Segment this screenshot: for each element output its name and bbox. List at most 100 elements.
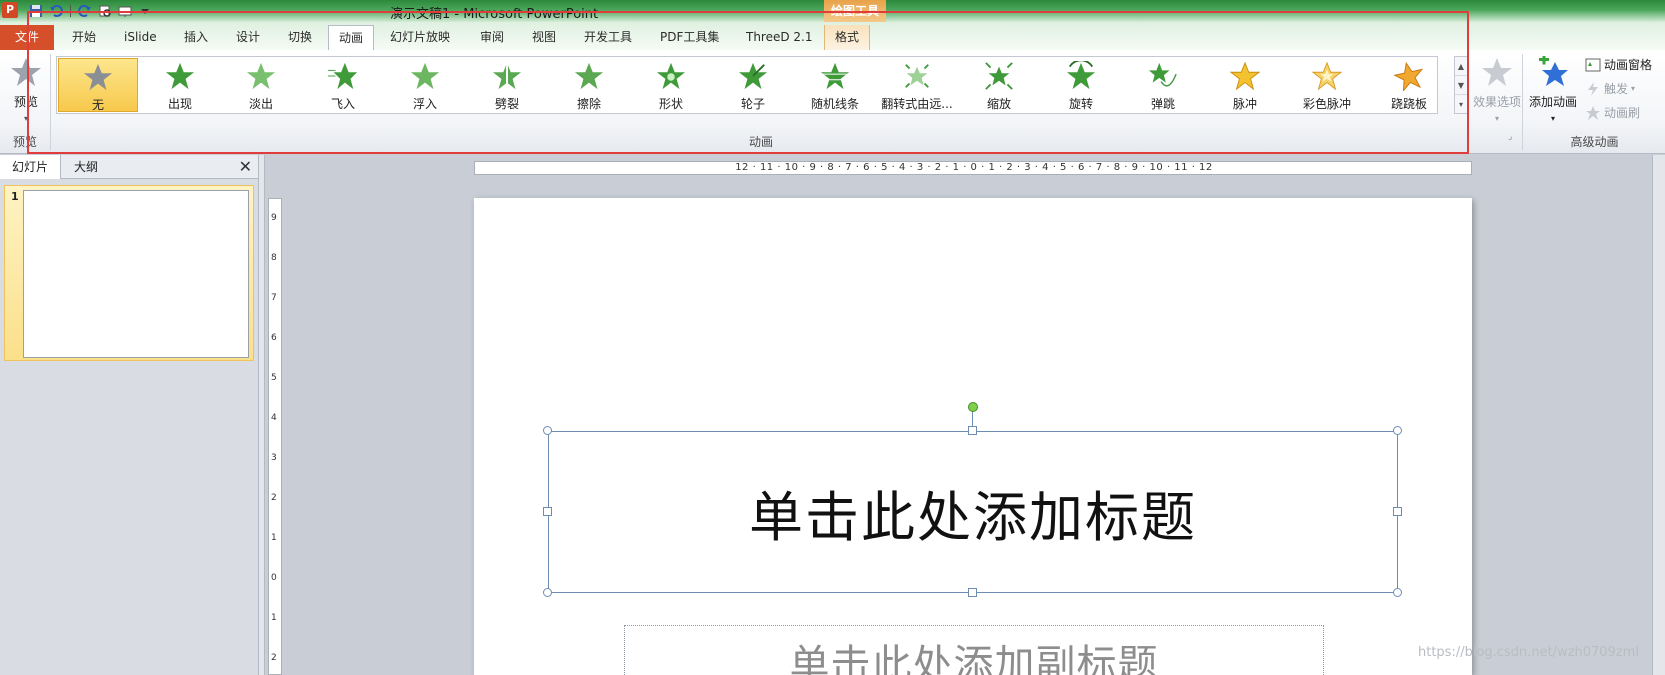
tab-home[interactable]: 开始	[62, 25, 106, 50]
dialog-launcher-icon[interactable]: ⌟	[1508, 132, 1512, 142]
gallery-item-fade[interactable]: 淡出	[221, 58, 301, 112]
print-preview-icon[interactable]	[97, 3, 113, 19]
gallery-item-zoom[interactable]: 缩放	[959, 58, 1039, 112]
gallery-item-appear[interactable]: 出现	[140, 58, 220, 112]
pane-splitter[interactable]	[259, 155, 265, 675]
tab-slides-pane[interactable]: 幻灯片	[0, 155, 62, 179]
subtitle-placeholder[interactable]: 单击此处添加副标题	[624, 625, 1324, 675]
effect-options-button[interactable]: 效果选项 ▾	[1472, 56, 1522, 124]
trigger-button[interactable]: 触发 ▾	[1585, 80, 1635, 97]
gallery-item-fly-in[interactable]: 飞入	[303, 58, 383, 112]
close-pane-icon[interactable]: ✕	[239, 157, 252, 176]
undo-icon[interactable]	[48, 3, 64, 19]
gallery-scroll-up-icon[interactable]: ▲	[1455, 57, 1467, 76]
resize-handle-top-right[interactable]	[1393, 426, 1402, 435]
animation-pane-button[interactable]: 动画窗格	[1585, 56, 1652, 73]
gallery-item-label: 脉冲	[1232, 97, 1257, 111]
group-divider	[50, 54, 51, 150]
gallery-item-label: 劈裂	[494, 97, 519, 111]
tab-islide[interactable]: iSlide	[114, 25, 167, 50]
redo-icon[interactable]	[77, 3, 93, 19]
powerpoint-app-icon[interactable]: P	[2, 2, 18, 18]
preview-button[interactable]: 预览 ▾	[6, 56, 46, 124]
star-fade-icon	[246, 62, 276, 90]
resize-handle-right[interactable]	[1393, 507, 1402, 516]
gallery-more-icon[interactable]: ▾	[1455, 95, 1467, 114]
group-label-advanced: 高级动画	[1570, 135, 1619, 149]
tab-pdf-tools[interactable]: PDF工具集	[650, 25, 729, 50]
tab-review[interactable]: 审阅	[470, 25, 514, 50]
vertical-ruler-label: 5	[271, 373, 277, 383]
add-animation-star-icon	[1539, 54, 1568, 86]
preview-label: 预览	[13, 95, 38, 109]
gallery-item-label: 弹跳	[1150, 97, 1175, 111]
gallery-item-none[interactable]: 无	[58, 58, 138, 112]
resize-handle-top[interactable]	[968, 426, 977, 435]
vertical-scrollbar[interactable]	[1652, 155, 1665, 675]
vertical-ruler-label: 9	[271, 213, 277, 223]
tab-design[interactable]: 设计	[226, 25, 270, 50]
add-animation-dropdown-icon: ▾	[1550, 114, 1555, 123]
tab-animations[interactable]: 动画	[328, 25, 375, 51]
gallery-scroll-down-icon[interactable]: ▼	[1455, 76, 1467, 95]
tab-developer[interactable]: 开发工具	[574, 25, 642, 50]
gallery-item-pulse[interactable]: 脉冲	[1205, 58, 1285, 112]
gallery-item-wheel[interactable]: 轮子	[713, 58, 793, 112]
gallery-item-color-pulse[interactable]: 彩色脉冲	[1287, 58, 1367, 112]
rotation-handle[interactable]	[968, 402, 978, 412]
tab-file[interactable]: 文件	[0, 25, 54, 50]
star-shape-icon	[656, 62, 686, 90]
gallery-item-label: 彩色脉冲	[1302, 97, 1351, 111]
vertical-ruler-label: 2	[271, 493, 277, 503]
gallery-item-bounce[interactable]: 弹跳	[1123, 58, 1203, 112]
gallery-item-split[interactable]: 劈裂	[467, 58, 547, 112]
gallery-item-float-in[interactable]: 浮入	[385, 58, 465, 112]
resize-handle-left[interactable]	[543, 507, 552, 516]
tab-threed[interactable]: ThreeD 2.1	[736, 25, 823, 50]
tab-slideshow[interactable]: 幻灯片放映	[380, 25, 460, 50]
tab-insert[interactable]: 插入	[174, 25, 218, 50]
gallery-item-swivel[interactable]: 旋转	[1041, 58, 1121, 112]
tab-outline-pane[interactable]: 大纲	[62, 155, 110, 179]
vertical-ruler: 9 8 7 6 5 4 3 2 1 0 1 2	[268, 198, 282, 675]
tab-format[interactable]: 格式	[824, 25, 871, 50]
slideshow-icon[interactable]	[117, 3, 133, 19]
resize-handle-bottom-right[interactable]	[1393, 588, 1402, 597]
gallery-item-random-bars[interactable]: 随机线条	[795, 58, 875, 112]
gallery-item-label: 飞入	[330, 97, 355, 111]
resize-handle-bottom-left[interactable]	[543, 588, 552, 597]
preview-dropdown-arrow-icon[interactable]: ▾	[24, 114, 28, 123]
subtitle-placeholder-text[interactable]: 单击此处添加副标题	[625, 632, 1323, 675]
group-preview: 预览 ▾ 预览	[0, 50, 50, 154]
star-wipe-icon	[574, 62, 604, 90]
gallery-item-wipe[interactable]: 擦除	[549, 58, 629, 112]
resize-handle-bottom[interactable]	[968, 588, 977, 597]
resize-handle-top-left[interactable]	[543, 426, 552, 435]
star-wheel-icon	[738, 62, 768, 90]
gallery-item-teeter[interactable]: 跷跷板	[1369, 58, 1449, 112]
tab-view[interactable]: 视图	[522, 25, 566, 50]
add-animation-button[interactable]: 添加动画 ▾	[1526, 54, 1580, 124]
gallery-item-label: 随机线条	[810, 97, 859, 111]
star-zoom-icon	[985, 62, 1013, 90]
title-placeholder-text[interactable]: 单击此处添加标题	[549, 432, 1397, 592]
watermark-text: https://blog.csdn.net/wzh0709zml	[1418, 645, 1639, 660]
window-title: 演示文稿1 - Microsoft PowerPoint	[390, 7, 599, 22]
animation-painter-label: 动画刷	[1604, 106, 1641, 120]
gallery-item-grow-turn[interactable]: 翻转式由远...	[877, 58, 957, 112]
animation-painter-button[interactable]: 动画刷	[1585, 104, 1640, 121]
star-pulse-icon	[1229, 61, 1261, 91]
title-placeholder[interactable]: 单击此处添加标题	[548, 431, 1398, 593]
slide-canvas[interactable]: 单击此处添加标题 单击此处添加副标题	[474, 198, 1472, 675]
customize-qat-icon[interactable]	[137, 3, 153, 19]
gallery-scroll: ▲ ▼ ▾	[1454, 56, 1468, 114]
tab-transitions[interactable]: 切换	[278, 25, 322, 50]
gallery-item-label: 翻转式由远...	[881, 97, 953, 111]
animation-painter-icon	[1586, 105, 1600, 120]
gallery-item-shape[interactable]: 形状	[631, 58, 711, 112]
slide-thumbnail[interactable]	[23, 190, 249, 358]
slide-thumbnail-item[interactable]: 1	[4, 185, 254, 361]
save-icon[interactable]	[28, 3, 44, 19]
slides-pane: 幻灯片 大纲 ✕ 1	[0, 155, 259, 675]
gallery-item-label: 轮子	[740, 97, 765, 111]
